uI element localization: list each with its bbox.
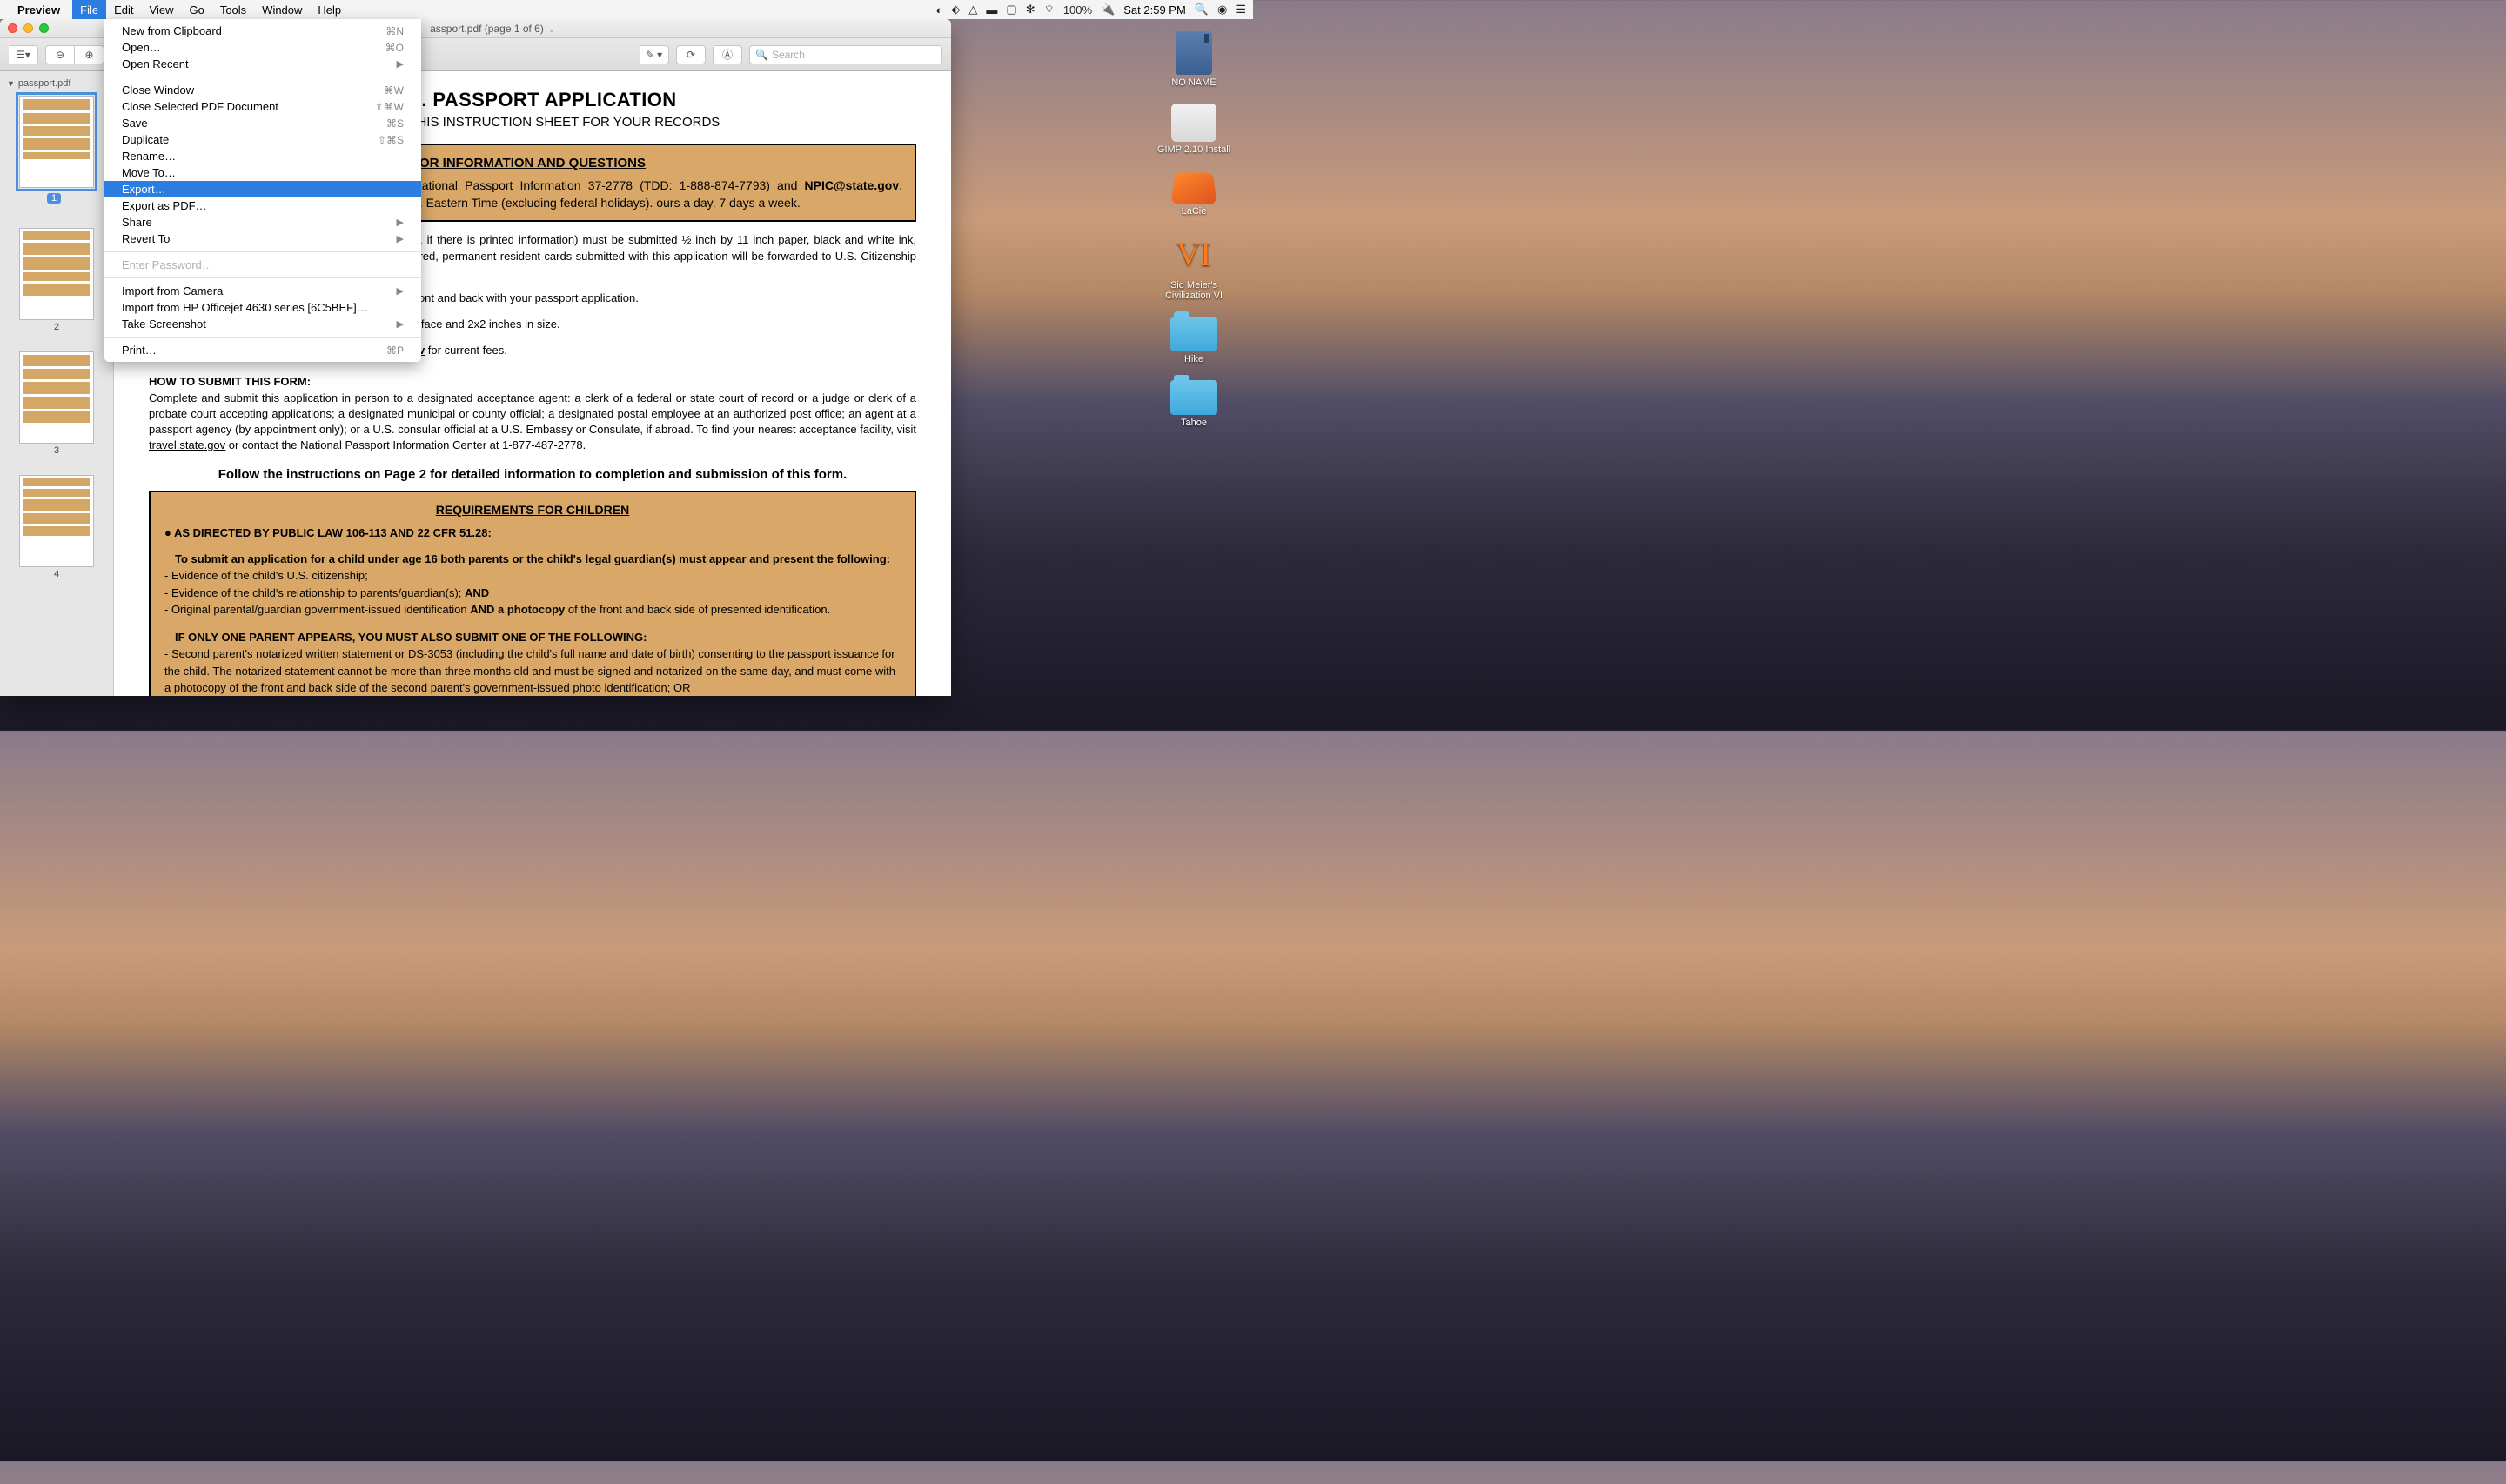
page-number-3: 3	[0, 445, 113, 456]
menu-edit[interactable]: Edit	[106, 0, 141, 19]
menu-item-close-selected-pdf-document[interactable]: Close Selected PDF Document⇧⌘W	[104, 98, 421, 115]
menubar: Preview File Edit View Go Tools Window H…	[0, 0, 1253, 19]
thumbnail-page-1[interactable]	[19, 96, 94, 188]
requirements-box: REQUIREMENTS FOR CHILDREN ● AS DIRECTED …	[149, 491, 916, 696]
thumbnail-page-3[interactable]	[19, 351, 94, 444]
menu-window[interactable]: Window	[254, 0, 310, 19]
page-number-4: 4	[0, 569, 113, 579]
wifi-icon[interactable]: ⌔	[1044, 3, 1055, 17]
creative-cloud-icon[interactable]: ◐	[936, 3, 943, 17]
search-icon: 🔍	[755, 49, 768, 61]
search-placeholder: Search	[772, 49, 805, 61]
clock[interactable]: Sat 2:59 PM	[1123, 3, 1186, 17]
dropbox-icon[interactable]: ⬖	[951, 3, 960, 17]
menu-item-move-to-[interactable]: Move To…	[104, 164, 421, 181]
desktop-icon-gimp-install[interactable]: GIMP 2.10 Install	[1150, 104, 1237, 155]
status-icon[interactable]: ▬	[986, 3, 997, 17]
menu-help[interactable]: Help	[310, 0, 349, 19]
page-number-1: 1	[47, 193, 61, 204]
rotate-button[interactable]: ⟳	[676, 45, 706, 64]
thumbnail-page-4[interactable]	[19, 475, 94, 567]
menu-item-export-as-pdf-[interactable]: Export as PDF…	[104, 197, 421, 214]
search-field[interactable]: 🔍 Search	[749, 45, 942, 64]
menu-item-take-screenshot[interactable]: Take Screenshot▶	[104, 316, 421, 332]
menu-item-revert-to[interactable]: Revert To▶	[104, 231, 421, 247]
menu-item-duplicate[interactable]: Duplicate⇧⌘S	[104, 131, 421, 148]
sidebar-file-header[interactable]: ▼passport.pdf	[0, 77, 113, 90]
traffic-lights	[8, 23, 49, 33]
app-name[interactable]: Preview	[17, 3, 60, 17]
desktop-icon-no-name[interactable]: NO NAME	[1150, 31, 1237, 88]
fan-icon[interactable]: ✻	[1026, 3, 1035, 17]
desktop-icons: NO NAME GIMP 2.10 Install LaCie VISid Meier…	[1150, 31, 1237, 444]
highlight-button[interactable]: ✎ ▾	[640, 45, 669, 64]
zoom-button[interactable]	[39, 23, 49, 33]
battery-icon[interactable]: 🔌	[1101, 3, 1115, 17]
menu-item-enter-password-: Enter Password…	[104, 257, 421, 273]
page-number-2: 2	[0, 322, 113, 332]
menu-item-print-[interactable]: Print…⌘P	[104, 342, 421, 358]
battery-text[interactable]: 100%	[1063, 3, 1092, 17]
menu-file[interactable]: File	[72, 0, 106, 19]
desktop-icon-sid-meier-s-civilization-vi[interactable]: VISid Meier's Civilization VI	[1150, 232, 1237, 301]
zoom-out-button[interactable]: ⊖	[45, 45, 75, 64]
menu-item-open-recent[interactable]: Open Recent▶	[104, 56, 421, 72]
desktop-icon-hike[interactable]: Hike	[1150, 317, 1237, 364]
follow-instructions: Follow the instructions on Page 2 for de…	[149, 467, 916, 482]
airplay-icon[interactable]: ▢	[1006, 3, 1016, 17]
menu-item-new-from-clipboard[interactable]: New from Clipboard⌘N	[104, 23, 421, 39]
thumbnail-page-2[interactable]	[19, 228, 94, 320]
menu-item-close-window[interactable]: Close Window⌘W	[104, 82, 421, 98]
google-drive-icon[interactable]: △	[968, 3, 977, 17]
menu-item-export-[interactable]: Export…	[104, 181, 421, 197]
window-title: assport.pdf (page 1 of 6)	[430, 23, 544, 35]
menu-item-rename-[interactable]: Rename…	[104, 148, 421, 164]
menu-tools[interactable]: Tools	[212, 0, 254, 19]
menu-item-save[interactable]: Save⌘S	[104, 115, 421, 131]
how-to-submit: HOW TO SUBMIT THIS FORM: Complete and su…	[149, 374, 916, 453]
menu-view[interactable]: View	[142, 0, 182, 19]
menu-item-import-from-camera[interactable]: Import from Camera▶	[104, 283, 421, 299]
siri-icon[interactable]: ◉	[1217, 3, 1227, 17]
file-menu-dropdown: New from Clipboard⌘NOpen…⌘OOpen Recent▶ C…	[104, 19, 421, 362]
minimize-button[interactable]	[23, 23, 33, 33]
desktop-icon-tahoe[interactable]: Tahoe	[1150, 380, 1237, 428]
menu-go[interactable]: Go	[181, 0, 211, 19]
sidebar: ▼passport.pdf 1 2 3 4	[0, 71, 114, 696]
menu-item-import-from-hp-officejet-series-c-bef-[interactable]: Import from HP Officejet 4630 series [6C…	[104, 299, 421, 316]
spotlight-icon[interactable]: 🔍	[1195, 3, 1209, 17]
zoom-in-button[interactable]: ⊕	[75, 45, 104, 64]
notification-center-icon[interactable]: ☰	[1236, 3, 1246, 17]
close-button[interactable]	[8, 23, 17, 33]
menu-item-open-[interactable]: Open…⌘O	[104, 39, 421, 56]
menu-item-share[interactable]: Share▶	[104, 214, 421, 231]
markup-button[interactable]: Ⓐ	[713, 45, 742, 64]
desktop-icon-lacie[interactable]: LaCie	[1150, 170, 1237, 217]
view-mode-button[interactable]: ☰▾	[9, 45, 38, 64]
